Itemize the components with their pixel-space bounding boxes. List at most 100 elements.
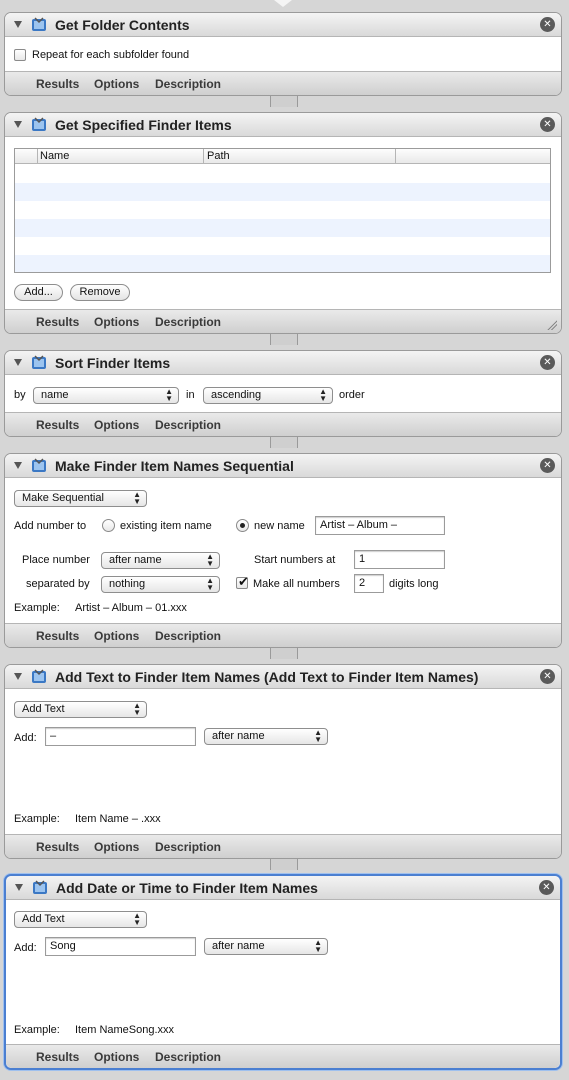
disclosure-triangle-icon[interactable] [15,884,23,891]
options-tab[interactable]: Options [94,629,139,643]
column-path[interactable]: Path [207,150,230,162]
action-header[interactable]: Get Specified Finder Items ✕ [5,113,561,137]
text-position-value: after name [212,730,265,742]
existing-name-radio[interactable] [102,519,115,532]
mode-value: Make Sequential [22,492,104,504]
action-sort-finder-items[interactable]: Sort Finder Items ✕ by name ▲ ▼ in ascend… [4,350,562,437]
action-add-text-to-names[interactable]: Add Text to Finder Item Names (Add Text … [4,664,562,859]
separated-by-popup[interactable]: nothing ▲ ▼ [101,576,220,593]
description-tab[interactable]: Description [155,840,221,854]
add-text-field[interactable]: – [45,727,196,746]
options-tab[interactable]: Options [94,1050,139,1064]
disclosure-triangle-icon[interactable] [14,121,22,128]
action-header[interactable]: Make Finder Item Names Sequential ✕ [5,454,561,478]
finder-action-icon [32,458,46,472]
results-tab[interactable]: Results [36,77,79,91]
action-header[interactable]: Add Date or Time to Finder Item Names ✕ [6,876,560,900]
close-icon[interactable]: ✕ [540,458,555,473]
disclosure-triangle-icon[interactable] [14,359,22,366]
close-icon[interactable]: ✕ [539,880,554,895]
results-tab[interactable]: Results [36,315,79,329]
disclosure-triangle-icon[interactable] [14,673,22,680]
start-numbers-field[interactable]: 1 [354,550,445,569]
separated-by-label: separated by [26,578,90,590]
digits-field[interactable]: 2 [354,574,384,593]
add-label: Add: [14,732,37,744]
options-tab[interactable]: Options [94,418,139,432]
mode-value: Add Text [22,703,65,715]
description-tab[interactable]: Description [155,418,221,432]
action-title: Sort Finder Items [55,355,171,371]
table-row[interactable] [15,255,550,272]
action-make-names-sequential[interactable]: Make Finder Item Names Sequential ✕ Make… [4,453,562,648]
new-name-field[interactable]: Artist – Album – [315,516,445,535]
action-get-folder-contents[interactable]: Get Folder Contents ✕ Repeat for each su… [4,12,562,96]
results-tab[interactable]: Results [36,418,79,432]
mode-popup[interactable]: Add Text ▲ ▼ [14,701,147,718]
disclosure-triangle-icon[interactable] [14,462,22,469]
text-position-value: after name [212,940,265,952]
repeat-subfolder-checkbox[interactable] [14,49,26,61]
add-number-label: Add number to [14,520,87,532]
action-add-date-time-to-names[interactable]: Add Date or Time to Finder Item Names ✕ … [4,874,562,1070]
place-number-label: Place number [22,554,90,566]
text-position-popup[interactable]: after name ▲ ▼ [204,938,328,955]
add-button[interactable]: Add... [14,284,63,301]
close-icon[interactable]: ✕ [540,355,555,370]
example-label: Example: [14,1024,60,1036]
remove-button[interactable]: Remove [70,284,130,301]
sort-order-popup[interactable]: ascending ▲ ▼ [203,387,333,404]
action-header[interactable]: Get Folder Contents ✕ [5,13,561,37]
results-tab[interactable]: Results [36,629,79,643]
finder-action-icon [32,17,46,31]
connector-1 [270,95,298,107]
column-separator [203,149,204,164]
action-title: Get Specified Finder Items [55,117,232,133]
action-header[interactable]: Add Text to Finder Item Names (Add Text … [5,665,561,689]
updown-arrows-icon: ▲ ▼ [314,938,322,954]
results-tab[interactable]: Results [36,1050,79,1064]
repeat-subfolder-label: Repeat for each subfolder found [32,49,190,61]
resize-grip-icon[interactable] [546,319,557,330]
options-tab[interactable]: Options [94,77,139,91]
description-tab[interactable]: Description [155,629,221,643]
mode-popup[interactable]: Make Sequential ▲ ▼ [14,490,147,507]
options-tab[interactable]: Options [94,840,139,854]
text-position-popup[interactable]: after name ▲ ▼ [204,728,328,745]
action-footer: Results Options Description [5,623,561,647]
table-row[interactable] [15,183,550,201]
example-label: Example: [14,813,60,825]
example-value: Item NameSong.xxx [75,1024,175,1036]
new-name-radio[interactable] [236,519,249,532]
description-tab[interactable]: Description [155,1050,221,1064]
action-footer: Results Options Description [5,71,561,95]
table-row[interactable] [15,237,550,255]
action-header[interactable]: Sort Finder Items ✕ [5,351,561,375]
mode-popup[interactable]: Add Text ▲ ▼ [14,911,147,928]
finder-items-table[interactable]: Name Path [14,148,551,273]
in-label: in [186,389,195,401]
connector-3 [270,436,298,448]
results-tab[interactable]: Results [36,840,79,854]
close-icon[interactable]: ✕ [540,17,555,32]
table-row[interactable] [15,201,550,219]
connector-2 [270,333,298,345]
options-tab[interactable]: Options [94,315,139,329]
connector-4 [270,647,298,659]
table-header: Name Path [15,149,550,164]
column-name[interactable]: Name [40,150,69,162]
updown-arrows-icon: ▲ ▼ [165,387,173,403]
sort-by-popup[interactable]: name ▲ ▼ [33,387,179,404]
add-text-field[interactable]: Song [45,937,196,956]
table-row[interactable] [15,219,550,237]
disclosure-triangle-icon[interactable] [14,21,22,28]
action-get-specified-finder-items[interactable]: Get Specified Finder Items ✕ Name Path A… [4,112,562,334]
table-row[interactable] [15,165,550,183]
close-icon[interactable]: ✕ [540,669,555,684]
description-tab[interactable]: Description [155,77,221,91]
place-number-popup[interactable]: after name ▲ ▼ [101,552,220,569]
close-icon[interactable]: ✕ [540,117,555,132]
make-all-numbers-checkbox[interactable] [236,574,249,590]
description-tab[interactable]: Description [155,315,221,329]
column-separator [395,149,396,164]
